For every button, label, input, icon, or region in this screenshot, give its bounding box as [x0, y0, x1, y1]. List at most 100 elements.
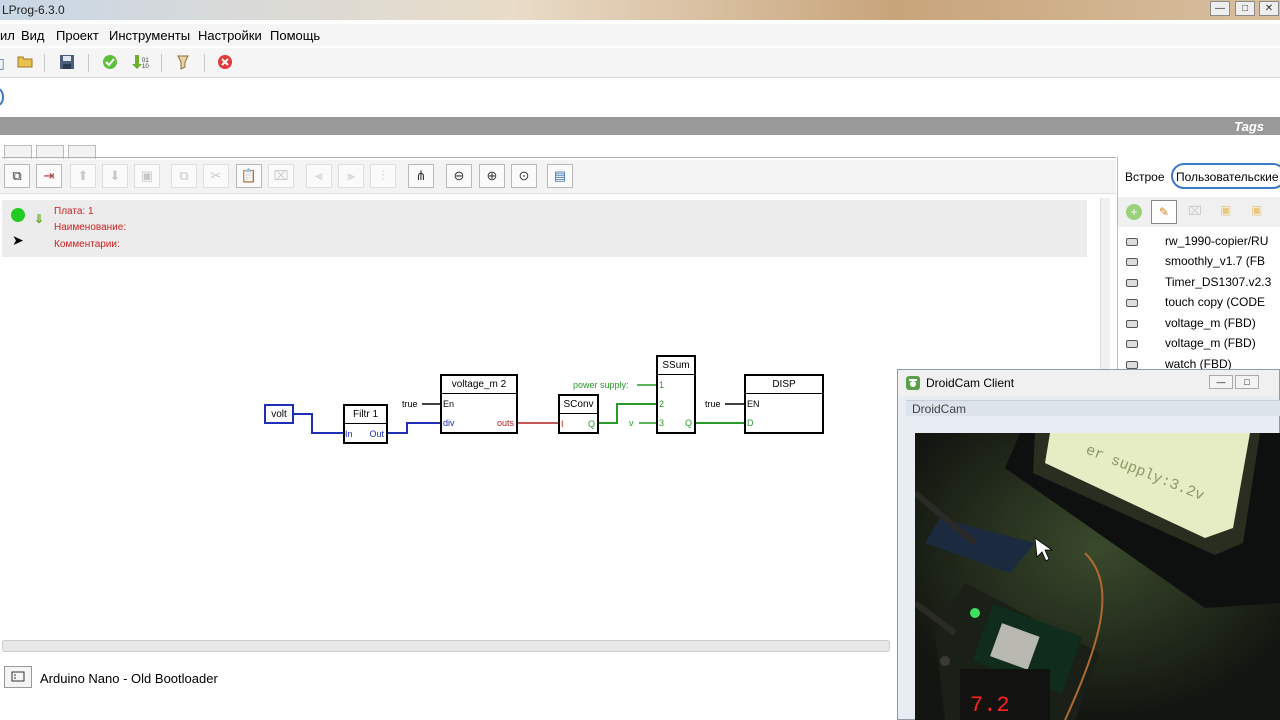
- pin-3: 3: [659, 418, 665, 428]
- editor-hscroll[interactable]: [2, 640, 890, 652]
- droidcam-minimize-button[interactable]: —: [1209, 375, 1233, 389]
- upload-status-icon: ⇓: [34, 212, 45, 226]
- pin-div: div: [443, 418, 455, 428]
- edit-library-icon[interactable]: ✎: [1151, 200, 1177, 224]
- insert-block-icon[interactable]: ⇥: [36, 164, 62, 188]
- upload-icon[interactable]: 01 10: [131, 54, 149, 72]
- tab-builtin[interactable]: Встрое: [1125, 170, 1165, 184]
- new-file-icon[interactable]: ▯: [0, 54, 10, 72]
- menu-tools[interactable]: Инструменты: [109, 28, 190, 43]
- debug-icon[interactable]: [174, 54, 192, 72]
- comment-label: Комментарии:: [54, 239, 120, 250]
- block-ssum-title: SSum: [662, 360, 690, 371]
- pin-d: D: [747, 418, 754, 428]
- copy-icon[interactable]: ⧉: [171, 164, 197, 188]
- menu-file[interactable]: ил: [0, 28, 15, 43]
- const-power-supply: power supply:: [573, 380, 629, 390]
- const-true-voltage: true: [402, 399, 418, 409]
- menu-project[interactable]: Проект: [56, 28, 99, 43]
- align-right-icon[interactable]: ⫸: [338, 164, 364, 188]
- zoom-out-icon[interactable]: ⊖: [446, 164, 472, 188]
- block-filtr[interactable]: Filtr 1 In Out: [343, 404, 388, 444]
- pin-out: Out: [369, 429, 384, 439]
- block-volt[interactable]: volt: [264, 404, 294, 424]
- block-voltage-title: voltage_m 2: [451, 379, 507, 390]
- droidcam-title: DroidCam Client: [926, 376, 1015, 390]
- open-folder-icon[interactable]: [16, 54, 34, 72]
- pin-i: I: [561, 419, 564, 429]
- editor-toolbar: ⧉ ⇥ ⬆ ⬇ ▣ ⧉ ✂ 📋 ⌧ ⫷ ⫸ ⫶ ⋔ ⊖ ⊕ ⊙ ▤: [0, 160, 1116, 194]
- cut-icon[interactable]: ✂: [203, 164, 229, 188]
- list-item[interactable]: voltage_m (FBD): [1165, 316, 1256, 330]
- board-label: Плата: 1: [54, 206, 94, 217]
- pin-q: Q: [684, 418, 692, 428]
- zoom-reset-icon[interactable]: ⊙: [511, 164, 537, 188]
- droidcam-titlebar[interactable]: DroidCam Client — □: [898, 370, 1279, 396]
- window-title: LProg-6.3.0: [2, 3, 65, 17]
- block-divider: [658, 374, 694, 375]
- block-divider: [345, 423, 386, 424]
- block-voltage-m[interactable]: voltage_m 2 En div outs: [440, 374, 518, 434]
- pin-outs: outs: [496, 418, 514, 428]
- paste-icon[interactable]: 📋: [236, 164, 262, 188]
- list-item[interactable]: touch copy (CODE: [1165, 295, 1265, 309]
- menu-view[interactable]: Вид: [21, 28, 45, 43]
- menu-bar: ил Вид Проект Инструменты Настройки Помо…: [0, 24, 1280, 46]
- export-icon[interactable]: ▤: [547, 164, 573, 188]
- toolbar-separator: [204, 54, 205, 72]
- move-up-icon[interactable]: ⬆: [70, 164, 96, 188]
- board-select-button[interactable]: [4, 666, 32, 688]
- add-library-icon[interactable]: +: [1126, 204, 1142, 220]
- library-panel: Встрое Пользовательские + ✎ ⌧ ▣ ▣ rw_199…: [1117, 157, 1280, 377]
- list-item[interactable]: voltage_m (FBD): [1165, 336, 1256, 350]
- block-sconv[interactable]: SConv I Q: [558, 394, 599, 434]
- pointer-icon: ➤: [12, 232, 24, 248]
- const-true-disp: true: [705, 399, 721, 409]
- minimize-button[interactable]: —: [1210, 1, 1230, 16]
- move-down-icon[interactable]: ⬇: [102, 164, 128, 188]
- properties-icon[interactable]: ▣: [134, 164, 160, 188]
- tab-user[interactable]: Пользовательские: [1171, 163, 1280, 189]
- fbd-icon: [1126, 361, 1138, 369]
- block-disp[interactable]: DISP EN D: [744, 374, 824, 434]
- droidcam-maximize-button[interactable]: □: [1235, 375, 1259, 389]
- sidebar-toggle-icon[interactable]: [0, 88, 4, 106]
- zoom-in-icon[interactable]: ⊕: [479, 164, 505, 188]
- list-item[interactable]: smoothly_v1.7 (FB: [1165, 254, 1265, 268]
- add-block-icon[interactable]: ⧉: [4, 164, 30, 188]
- pin-q: Q: [587, 419, 595, 429]
- verify-icon[interactable]: [101, 54, 119, 72]
- block-divider: [560, 413, 597, 414]
- menu-help[interactable]: Помощь: [270, 28, 320, 43]
- library-delete-icon[interactable]: ⌧: [1188, 204, 1202, 218]
- toolbar-separator: [44, 54, 45, 72]
- main-toolbar: ▯ 01 10: [0, 48, 1280, 78]
- board-name: Arduino Nano - Old Bootloader: [40, 671, 218, 686]
- save-icon[interactable]: [58, 54, 76, 72]
- close-window-button[interactable]: ✕: [1259, 1, 1279, 16]
- status-bar: Arduino Nano - Old Bootloader: [0, 662, 900, 694]
- list-item[interactable]: Timer_DS1307.v2.3: [1165, 275, 1271, 289]
- stop-icon[interactable]: [216, 54, 234, 72]
- block-ssum[interactable]: SSum 1 2 3 Q: [656, 355, 696, 434]
- library-export-icon[interactable]: ▣: [1251, 203, 1262, 217]
- align-left-icon[interactable]: ⫷: [306, 164, 332, 188]
- menu-settings[interactable]: Настройки: [198, 28, 262, 43]
- connections-icon[interactable]: ⋔: [408, 164, 434, 188]
- block-sconv-title: SConv: [563, 399, 594, 410]
- align-center-icon[interactable]: ⫶: [370, 164, 396, 188]
- delete-icon[interactable]: ⌧: [268, 164, 294, 188]
- status-dot-icon: [11, 208, 25, 222]
- library-import-icon[interactable]: ▣: [1220, 203, 1231, 217]
- editor-divider: [2, 157, 1116, 158]
- wire-sconv-ssum: [599, 403, 657, 424]
- fbd-icon: [1126, 340, 1138, 348]
- tab-user-label: Пользовательские: [1176, 170, 1279, 184]
- list-item[interactable]: rw_1990-copier/RU: [1165, 234, 1268, 248]
- block-divider: [746, 393, 822, 394]
- pin-en: En: [443, 399, 455, 409]
- fbd-icon: [1126, 299, 1138, 307]
- droidcam-menu: DroidCam: [906, 400, 1280, 416]
- maximize-button[interactable]: □: [1235, 1, 1255, 16]
- pin-in: In: [345, 429, 353, 439]
